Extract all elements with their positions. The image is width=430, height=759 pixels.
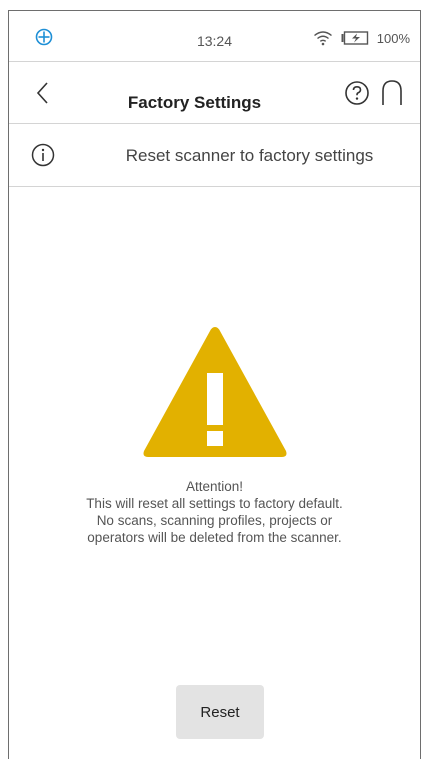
warning-message: Attention! This will reset all settings …	[9, 478, 420, 546]
status-bar: 13:24 100%	[9, 11, 420, 61]
warning-triangle-icon	[143, 327, 286, 457]
device-screen: 13:24 100% Factory Settings Reset scanne…	[8, 10, 421, 759]
divider	[9, 186, 420, 187]
help-icon	[345, 81, 369, 105]
warning-area	[9, 323, 420, 473]
status-indicators: 100%	[313, 30, 410, 46]
info-row: Reset scanner to factory settings	[9, 124, 420, 186]
info-text: Reset scanner to factory settings	[125, 146, 374, 165]
warning-line: Attention!	[185, 479, 244, 494]
info-icon	[31, 143, 55, 167]
battery-charging-icon	[341, 31, 368, 45]
warning-line: operators will be deleted from the scann…	[87, 530, 342, 545]
help-button[interactable]	[344, 80, 370, 106]
header-bar: Factory Settings	[9, 62, 420, 123]
warning-line: This will reset all settings to factory …	[86, 496, 343, 511]
warning-line: No scans, scanning profiles, projects or	[96, 513, 333, 528]
battery-percent: 100%	[376, 30, 410, 46]
wifi-icon	[313, 31, 332, 46]
home-button[interactable]	[379, 79, 405, 107]
home-icon	[382, 80, 402, 105]
reset-button[interactable]: Reset	[176, 685, 264, 739]
